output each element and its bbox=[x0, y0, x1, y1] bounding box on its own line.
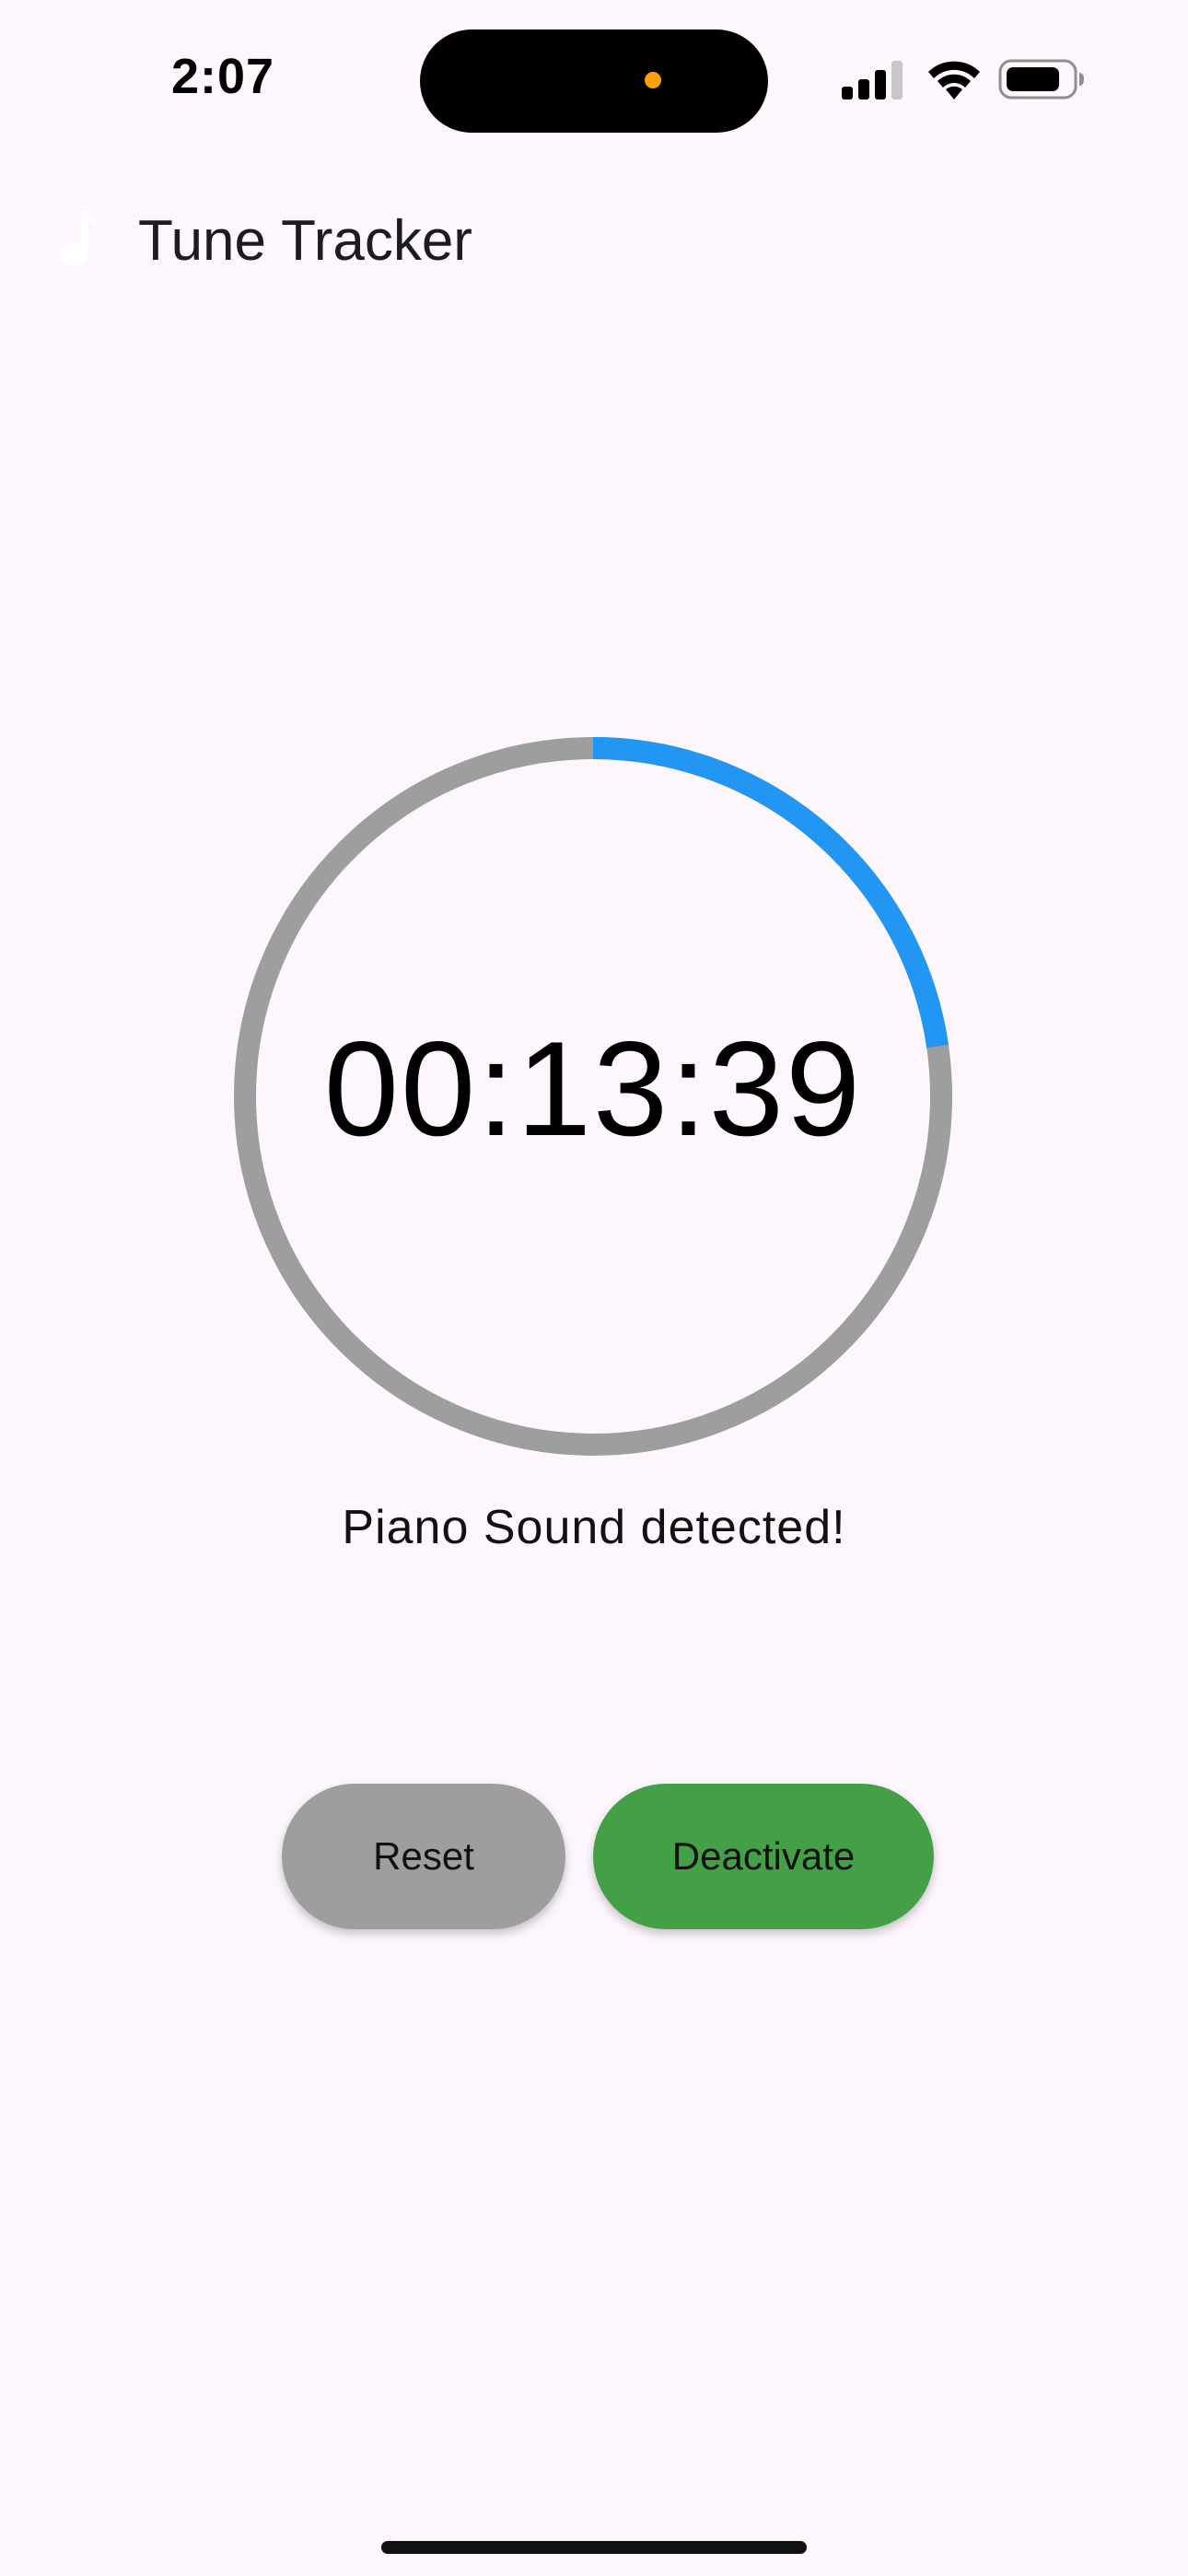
detection-status-message: Piano Sound detected! bbox=[342, 1501, 846, 1554]
cellular-signal-icon bbox=[842, 61, 903, 100]
battery-icon bbox=[998, 59, 1084, 100]
home-indicator[interactable] bbox=[381, 2541, 807, 2554]
dynamic-island bbox=[420, 29, 768, 133]
deactivate-button[interactable]: Deactivate bbox=[593, 1784, 934, 1929]
camera-indicator-dot bbox=[645, 72, 661, 88]
app-title: Tune Tracker bbox=[138, 209, 472, 273]
music-note-icon bbox=[60, 212, 96, 265]
screen: 2:07 Tune Tracker 00:13:39 Piano Sound d… bbox=[0, 0, 1188, 2576]
wifi-icon bbox=[928, 61, 980, 100]
timer-display: 00:13:39 bbox=[323, 1013, 863, 1164]
status-bar-time: 2:07 bbox=[171, 49, 275, 104]
reset-button[interactable]: Reset bbox=[282, 1784, 565, 1929]
